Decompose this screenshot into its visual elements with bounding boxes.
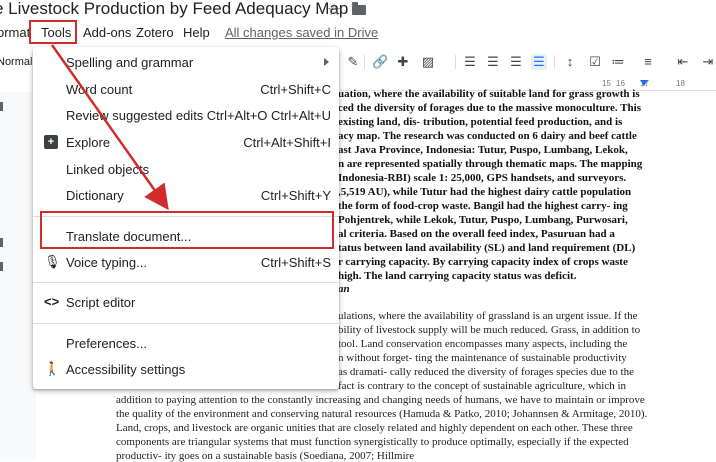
menu-tools[interactable]: Tools bbox=[29, 20, 77, 44]
toolbar-divider bbox=[364, 55, 365, 69]
abstract-line: Pohjentrek, while Lekok, Tutur, Puspo, L… bbox=[338, 214, 628, 226]
menu-item-script-editor[interactable]: <> Script editor bbox=[33, 291, 339, 315]
menu-item-label: Review suggested edits bbox=[66, 108, 204, 123]
accessibility-icon: 🚶 bbox=[44, 361, 61, 376]
abstract-line: uation, where the availability of suitab… bbox=[338, 88, 640, 100]
menu-item-word-count[interactable]: Word count Ctrl+Shift+C bbox=[33, 78, 339, 102]
align-right-icon[interactable]: ☰ bbox=[508, 54, 524, 70]
image-icon[interactable]: ▨ bbox=[420, 54, 436, 70]
menu-item-review-suggested-edits[interactable]: Review suggested edits Ctrl+Alt+O Ctrl+A… bbox=[33, 104, 339, 128]
menu-item-dictionary[interactable]: Dictionary Ctrl+Shift+Y bbox=[33, 184, 339, 208]
decrease-indent-icon[interactable]: ⇤ bbox=[675, 54, 691, 70]
menu-divider bbox=[33, 282, 339, 283]
comment-icon[interactable]: ✚ bbox=[395, 54, 411, 70]
menu-format[interactable]: ormat bbox=[0, 25, 30, 40]
folder-icon[interactable] bbox=[352, 2, 366, 15]
code-icon: <> bbox=[44, 294, 60, 309]
abstract-line: r carrying capacity. By carrying capacit… bbox=[338, 256, 628, 268]
checklist-icon[interactable]: ☑ bbox=[587, 54, 603, 70]
body-line: Land, crops, and livestock are organic u… bbox=[116, 422, 633, 434]
menu-item-label: Word count bbox=[66, 82, 133, 97]
menu-item-voice-typing[interactable]: 🎙 Voice typing... Ctrl+Shift+S bbox=[33, 251, 339, 275]
body-line: addition to paying attention to the cons… bbox=[116, 394, 645, 406]
explore-icon: + bbox=[44, 135, 58, 149]
menu-item-shortcut: Ctrl+Alt+O Ctrl+Alt+U bbox=[206, 108, 331, 123]
menu-zotero[interactable]: Zotero bbox=[136, 25, 174, 40]
star-icon[interactable]: ☆ bbox=[327, 0, 341, 20]
body-line: tool. Land conservation encompasses many… bbox=[338, 338, 628, 350]
menu-item-label: Preferences... bbox=[66, 336, 147, 351]
menu-divider bbox=[33, 323, 339, 324]
abstract-line: al criteria. Based on the overall feed i… bbox=[338, 228, 615, 240]
menu-item-label: Dictionary bbox=[66, 188, 124, 203]
title-bar: e Livestock Production by Feed Adequacy … bbox=[0, 0, 716, 22]
text-color-icon[interactable]: ✎ bbox=[345, 54, 361, 70]
abstract-line: ast Java Province, Indonesia: Tutur, Pus… bbox=[338, 144, 628, 156]
ruler-label: 18 bbox=[676, 79, 685, 88]
menu-item-shortcut: Ctrl+Shift+Y bbox=[260, 188, 331, 203]
menu-item-label: Accessibility settings bbox=[66, 362, 186, 377]
menu-item-label: Script editor bbox=[66, 295, 136, 310]
menu-item-shortcut: Ctrl+Alt+Shift+I bbox=[243, 135, 331, 150]
menu-tools-label: Tools bbox=[41, 25, 72, 40]
menu-item-label: Spelling and grammar bbox=[66, 55, 194, 70]
menu-help[interactable]: Help bbox=[183, 25, 210, 40]
numbered-list-icon[interactable]: ≡ bbox=[640, 54, 656, 70]
abstract-line: tatus between land availability (SL) and… bbox=[338, 242, 636, 254]
abstract-line: the form of food-crop waste. Bangil had … bbox=[338, 200, 628, 212]
bulleted-list-icon[interactable]: ≔ bbox=[610, 54, 626, 70]
menu-item-label: Explore bbox=[66, 135, 111, 150]
increase-indent-icon[interactable]: ⇥ bbox=[700, 54, 716, 70]
paragraph-style-select[interactable]: Normal bbox=[0, 56, 32, 68]
body-line: as dramati- cally reduced the diversity … bbox=[338, 366, 634, 378]
ruler-label: 16 bbox=[616, 79, 625, 88]
abstract-line: acy map. The research was conducted on 6… bbox=[338, 130, 637, 142]
abstract-line: ,5,519 AU), while Tutur had the highest … bbox=[338, 186, 632, 198]
abstract-line: Indonesia-RBI) scale 1: 25,000, GPS hand… bbox=[338, 172, 627, 184]
menu-item-spelling-grammar[interactable]: Spelling and grammar bbox=[33, 51, 339, 75]
toolbar-divider bbox=[455, 55, 456, 69]
line-spacing-icon[interactable]: ↕ bbox=[562, 54, 578, 70]
menu-item-preferences[interactable]: Preferences... bbox=[33, 332, 339, 356]
body-line: the quality of the environment and conse… bbox=[116, 408, 648, 420]
microphone-icon: 🎙 bbox=[44, 254, 61, 269]
abstract-line: existing land, dis- tribution, potential… bbox=[338, 116, 623, 128]
menu-bar: ormat Tools Add-ons Zotero Help All chan… bbox=[0, 20, 716, 44]
body-line: bility of livestock supply will be much … bbox=[338, 324, 641, 336]
abstract-line: an bbox=[338, 283, 350, 295]
align-left-icon[interactable]: ☰ bbox=[462, 54, 478, 70]
indent-marker-icon[interactable] bbox=[640, 80, 648, 86]
abstract-line: ced the diversity of forages due to the … bbox=[338, 102, 641, 114]
translate-highlight-box bbox=[40, 211, 334, 249]
submenu-arrow-icon bbox=[324, 58, 329, 66]
document-title[interactable]: e Livestock Production by Feed Adequacy … bbox=[0, 0, 348, 19]
saved-status-link[interactable]: All changes saved in Drive bbox=[225, 25, 378, 40]
menu-item-accessibility-settings[interactable]: 🚶 Accessibility settings bbox=[33, 358, 339, 382]
align-center-icon[interactable]: ☰ bbox=[485, 54, 501, 70]
body-line: components are triangular systems that m… bbox=[116, 436, 629, 448]
toolbar-divider bbox=[554, 55, 555, 69]
body-line: ulations, where the availability of gras… bbox=[338, 310, 638, 322]
menu-item-shortcut: Ctrl+Shift+S bbox=[260, 255, 331, 270]
abstract-line: n are represented spatially through them… bbox=[338, 158, 643, 170]
abstract-line: high. The land carrying capacity status … bbox=[338, 270, 577, 282]
menu-item-label: Linked objects bbox=[66, 162, 150, 177]
body-line: n without forget- ting the maintenance o… bbox=[338, 352, 627, 364]
link-icon[interactable]: 🔗 bbox=[372, 54, 388, 70]
ruler-label: 15 bbox=[602, 79, 611, 88]
menu-item-explore[interactable]: + Explore Ctrl+Alt+Shift+I bbox=[33, 131, 339, 155]
menu-item-linked-objects[interactable]: Linked objects bbox=[33, 158, 339, 182]
menu-item-label: Voice typing... bbox=[66, 255, 147, 270]
body-line: productiv- ity goes on a sustainable bas… bbox=[116, 450, 415, 462]
menu-item-shortcut: Ctrl+Shift+C bbox=[260, 82, 331, 97]
align-justify-icon[interactable]: ☰ bbox=[531, 54, 547, 70]
body-line: fact is contrary to the concept of susta… bbox=[338, 380, 627, 392]
menu-addons[interactable]: Add-ons bbox=[83, 25, 131, 40]
